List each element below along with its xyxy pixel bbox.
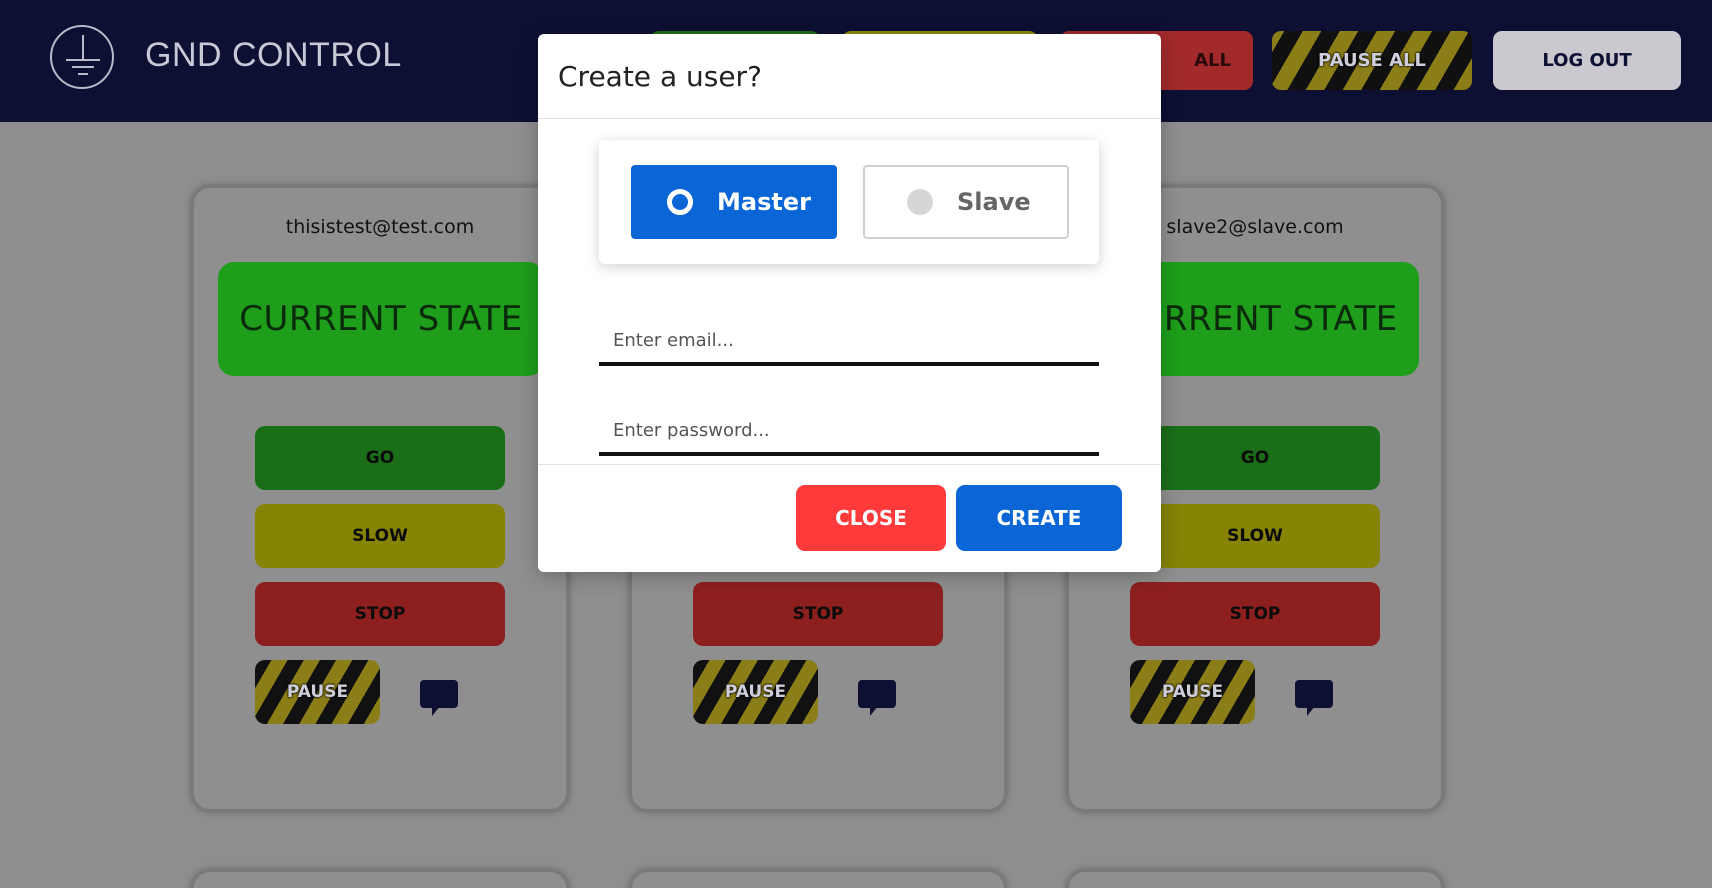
divider [538,118,1161,119]
role-selector: Master Slave [599,140,1099,264]
modal-title: Create a user? [558,60,762,93]
role-option-master[interactable]: Master [631,165,837,239]
pause-button[interactable]: PAUSE [1130,660,1255,724]
role-option-slave[interactable]: Slave [863,165,1069,239]
email-input[interactable] [599,318,1099,366]
radio-selected-icon [667,189,693,215]
stop-button[interactable]: STOP [693,582,943,646]
user-card [630,870,1006,888]
create-user-modal: Create a user? Master Slave CLOSE CREATE [538,34,1161,572]
current-state-panel: CURRENT STATE [218,262,544,376]
role-label: Master [717,188,811,216]
ground-symbol-icon [50,25,114,89]
user-email: thisistest@test.com [285,216,475,238]
logout-button[interactable]: LOG OUT [1493,31,1681,90]
chat-bubble-icon[interactable] [1295,680,1333,716]
slow-button[interactable]: SLOW [1130,504,1380,568]
pause-button[interactable]: PAUSE [255,660,380,724]
pause-all-button[interactable]: PAUSE ALL [1272,31,1472,90]
go-button[interactable]: GO [255,426,505,490]
stop-button[interactable]: STOP [1130,582,1380,646]
chat-bubble-icon[interactable] [420,680,458,716]
password-input[interactable] [599,408,1099,456]
slow-button[interactable]: SLOW [255,504,505,568]
role-label: Slave [957,188,1031,216]
user-card [192,870,568,888]
chat-bubble-icon[interactable] [858,680,896,716]
app-title: GND CONTROL [145,36,402,74]
user-card [1067,870,1443,888]
pause-button[interactable]: PAUSE [693,660,818,724]
go-button[interactable]: GO [1130,426,1380,490]
stop-button[interactable]: STOP [255,582,505,646]
create-button[interactable]: CREATE [956,485,1122,551]
radio-unselected-icon [907,189,933,215]
user-card: thisistest@test.com CURRENT STATE GO SLO… [192,186,568,811]
divider [538,464,1161,465]
close-button[interactable]: CLOSE [796,485,946,551]
